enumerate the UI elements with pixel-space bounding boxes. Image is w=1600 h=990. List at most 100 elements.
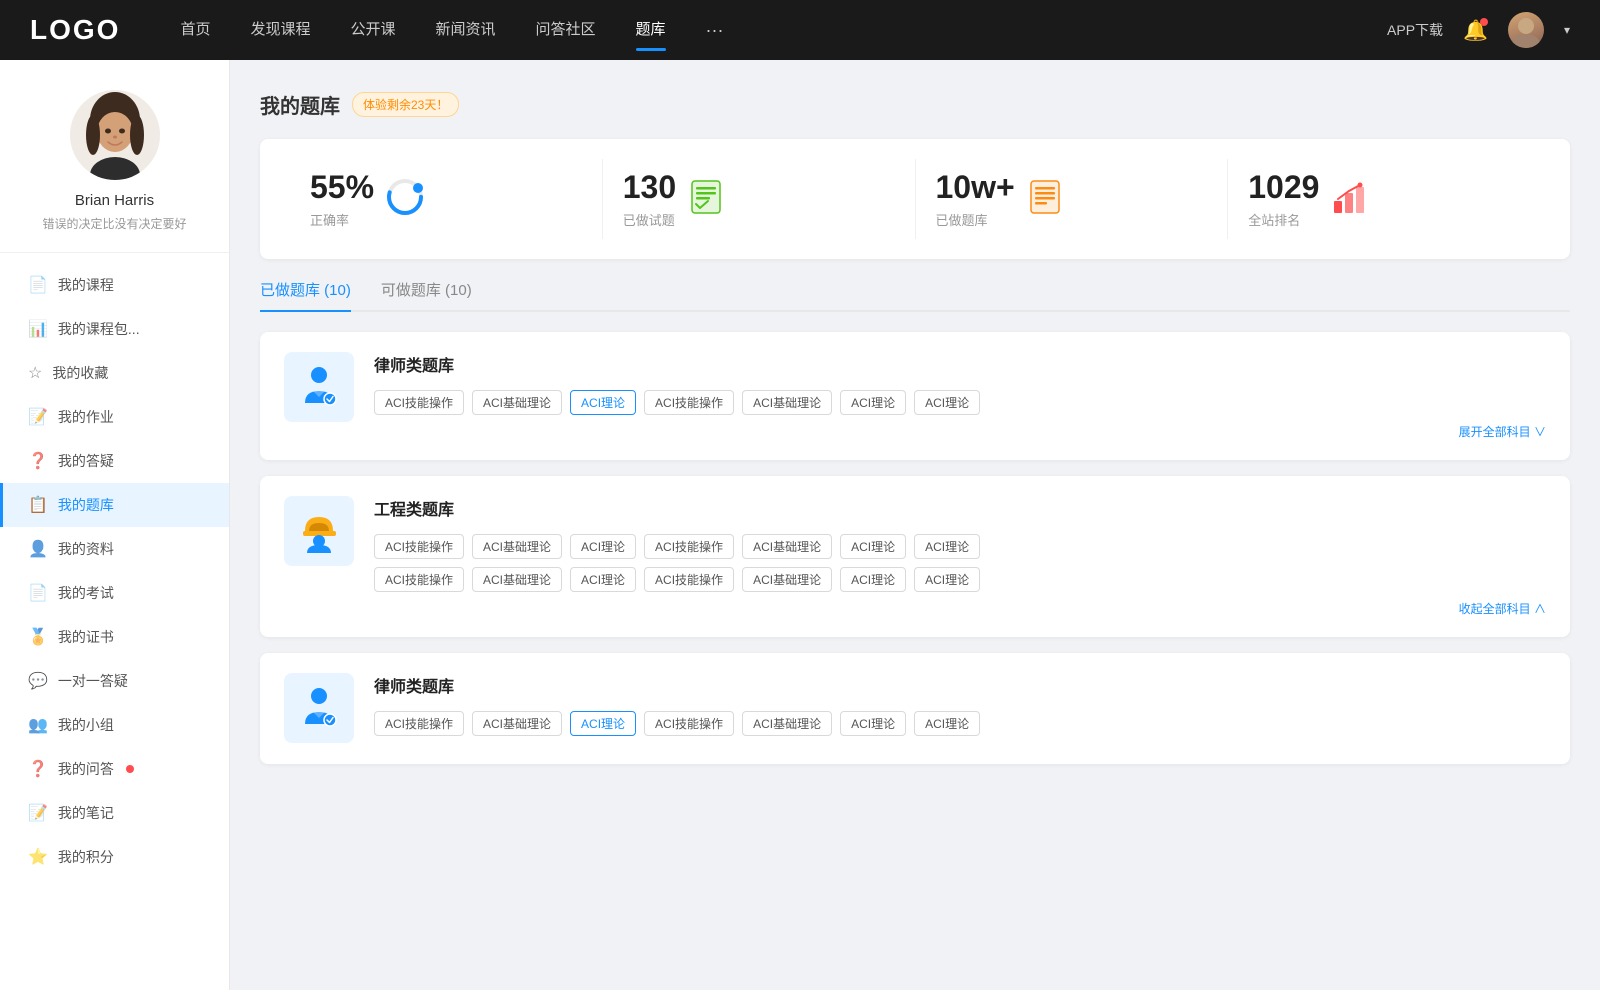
stat-done-banks-value: 10w+ [936,169,1015,206]
user-avatar-large [70,90,160,180]
qbank-tag[interactable]: ACI理论 [914,567,980,592]
qbank-tag[interactable]: ACI基础理论 [742,390,832,415]
sidebar-item-question-bank[interactable]: 📋 我的题库 [0,483,229,527]
sidebar-item-notes[interactable]: 📝 我的笔记 [0,791,229,835]
qbank-content-lawyer-2: 律师类题库 ACI技能操作 ACI基础理论 ACI理论 ACI技能操作 ACI基… [374,673,1546,744]
qbank-tag[interactable]: ACI技能操作 [374,534,464,559]
profile-icon: 👤 [28,539,48,559]
qbank-content-engineer: 工程类题库 ACI技能操作 ACI基础理论 ACI理论 ACI技能操作 ACI基… [374,496,1546,617]
notification-dot [1480,18,1488,26]
sidebar-item-course-package[interactable]: 📊 我的课程包... [0,307,229,351]
sidebar-item-homework[interactable]: 📝 我的作业 [0,395,229,439]
page-wrapper: Brian Harris 错误的决定比没有决定要好 📄 我的课程 📊 我的课程包… [0,60,1600,990]
sidebar-item-label: 我的笔记 [58,803,114,823]
stats-bar: 55% 正确率 130 已做试题 [260,139,1570,259]
qbank-tag[interactable]: ACI基础理论 [742,711,832,736]
sidebar: Brian Harris 错误的决定比没有决定要好 📄 我的课程 📊 我的课程包… [0,60,230,990]
group-icon: 👥 [28,715,48,735]
qbank-tag-active[interactable]: ACI理论 [570,711,636,736]
qbank-tags-engineer-row1: ACI技能操作 ACI基础理论 ACI理论 ACI技能操作 ACI基础理论 AC… [374,534,1546,559]
qbank-card-engineer: 工程类题库 ACI技能操作 ACI基础理论 ACI理论 ACI技能操作 ACI基… [260,476,1570,637]
qbank-tag[interactable]: ACI理论 [840,711,906,736]
one-on-one-icon: 💬 [28,671,48,691]
user-name: Brian Harris [20,192,209,209]
question-bank-icon: 📋 [28,495,48,515]
sidebar-item-profile[interactable]: 👤 我的资料 [0,527,229,571]
sidebar-item-points[interactable]: ⭐ 我的积分 [0,835,229,879]
nav-qa[interactable]: 问答社区 [536,18,596,43]
user-avatar[interactable] [1508,12,1544,48]
nav-news[interactable]: 新闻资讯 [436,18,496,43]
qbank-content-lawyer-1: 律师类题库 ACI技能操作 ACI基础理论 ACI理论 ACI技能操作 ACI基… [374,352,1546,440]
qbank-tag[interactable]: ACI基础理论 [742,534,832,559]
qbank-icon-engineer [284,496,354,566]
qbank-tag[interactable]: ACI基础理论 [472,390,562,415]
qbank-tag[interactable]: ACI技能操作 [644,711,734,736]
sidebar-item-label: 我的资料 [58,539,114,559]
qbank-tag[interactable]: ACI基础理论 [472,567,562,592]
qbank-tag[interactable]: ACI基础理论 [742,567,832,592]
qbank-tag[interactable]: ACI理论 [840,390,906,415]
nav-menu: 首页 发现课程 公开课 新闻资讯 问答社区 题库 ··· [180,18,1387,43]
stat-site-rank: 1029 全站排名 [1228,159,1540,239]
qbank-tag[interactable]: ACI技能操作 [644,567,734,592]
stat-done-exercises-label: 已做试题 [623,210,676,229]
user-menu-chevron[interactable]: ▾ [1564,23,1570,37]
sidebar-item-certificate[interactable]: 🏅 我的证书 [0,615,229,659]
nav-more[interactable]: ··· [706,20,724,41]
sidebar-item-label: 我的证书 [58,627,114,647]
nav-home[interactable]: 首页 [180,18,210,43]
navbar-right: APP下载 🔔 ▾ [1387,12,1570,48]
qbank-tag[interactable]: ACI技能操作 [644,390,734,415]
qbank-tag[interactable]: ACI技能操作 [644,534,734,559]
qbank-tag[interactable]: ACI理论 [570,534,636,559]
expand-button-lawyer-1[interactable]: 展开全部科目 ∨ [374,423,1546,440]
stat-accuracy-text: 55% 正确率 [310,169,374,229]
engineer-icon-svg [297,509,342,554]
qbank-tag[interactable]: ACI技能操作 [374,390,464,415]
qbank-tag[interactable]: ACI理论 [570,567,636,592]
sidebar-item-label: 我的答疑 [58,451,114,471]
qbank-tag[interactable]: ACI理论 [914,534,980,559]
collapse-button-engineer[interactable]: 收起全部科目 ∧ [374,600,1546,617]
trial-badge: 体验剩余23天！ [352,92,459,117]
stat-accuracy: 55% 正确率 [290,159,603,239]
qbank-tag[interactable]: ACI理论 [914,390,980,415]
qbank-icon-lawyer-2 [284,673,354,743]
qbank-tag[interactable]: ACI理论 [840,567,906,592]
notification-bell[interactable]: 🔔 [1463,18,1488,43]
sidebar-item-exam[interactable]: 📄 我的考试 [0,571,229,615]
qbank-card-lawyer-1: 律师类题库 ACI技能操作 ACI基础理论 ACI理论 ACI技能操作 ACI基… [260,332,1570,460]
qbank-tag[interactable]: ACI技能操作 [374,711,464,736]
sidebar-item-one-on-one[interactable]: 💬 一对一答疑 [0,659,229,703]
homework-icon: 📝 [28,407,48,427]
sidebar-item-label: 我的课程 [58,275,114,295]
qbank-tag-active[interactable]: ACI理论 [570,390,636,415]
user-motto: 错误的决定比没有决定要好 [20,215,209,232]
qbank-tag[interactable]: ACI理论 [840,534,906,559]
stat-accuracy-value: 55% [310,169,374,206]
sidebar-item-course[interactable]: 📄 我的课程 [0,263,229,307]
qbank-tag[interactable]: ACI理论 [914,711,980,736]
sidebar-item-group[interactable]: 👥 我的小组 [0,703,229,747]
tab-done-banks[interactable]: 已做题库 (10) [260,279,351,310]
qbank-tag[interactable]: ACI基础理论 [472,534,562,559]
tab-available-banks[interactable]: 可做题库 (10) [381,279,472,310]
nav-question-bank[interactable]: 题库 [636,18,666,43]
page-title: 我的题库 [260,90,340,119]
sidebar-item-label: 我的积分 [58,847,114,867]
sidebar-item-my-qa[interactable]: ❓ 我的问答 [0,747,229,791]
nav-open[interactable]: 公开课 [350,18,395,43]
sidebar-item-questions[interactable]: ❓ 我的答疑 [0,439,229,483]
qbank-tag[interactable]: ACI基础理论 [472,711,562,736]
qbank-tag[interactable]: ACI技能操作 [374,567,464,592]
lawyer-icon-svg [297,365,342,410]
certificate-icon: 🏅 [28,627,48,647]
sidebar-item-label: 一对一答疑 [58,671,128,691]
logo[interactable]: LOGO [30,14,120,46]
sidebar-item-label: 我的小组 [58,715,114,735]
nav-discover[interactable]: 发现课程 [250,18,310,43]
app-download-button[interactable]: APP下载 [1387,20,1443,40]
sidebar-item-favorites[interactable]: ☆ 我的收藏 [0,351,229,395]
avatar-container [70,90,160,180]
